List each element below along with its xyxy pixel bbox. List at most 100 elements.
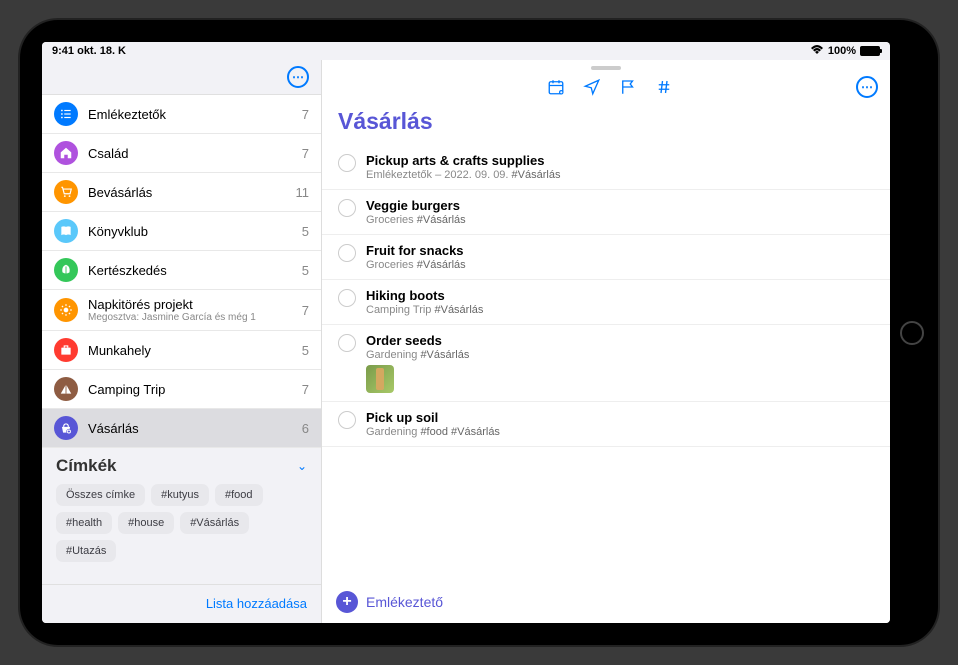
reminder-item[interactable]: Order seeds Gardening #Vásárlás <box>322 325 890 402</box>
status-date: okt. 18. K <box>77 45 126 57</box>
wifi-icon <box>810 45 824 58</box>
tag-chip[interactable]: #food <box>215 484 263 506</box>
list-count: 5 <box>302 224 309 239</box>
list-count: 7 <box>302 146 309 161</box>
more-options-button[interactable]: ⋯ <box>287 66 309 88</box>
reminder-item[interactable]: Hiking boots Camping Trip #Vásárlás <box>322 280 890 325</box>
add-list-button[interactable]: Lista hozzáadása <box>206 596 307 611</box>
tag-chip[interactable]: Összes címke <box>56 484 145 506</box>
sidebar-list-item[interactable]: Család 7 <box>42 134 321 173</box>
sidebar-list-item[interactable]: Camping Trip 7 <box>42 370 321 409</box>
list-text: Camping Trip <box>88 382 294 397</box>
panel-handle[interactable] <box>591 66 621 70</box>
battery-icon <box>860 46 880 56</box>
tags-grid: Összes címke #kutyus #food #health #house #Vá… <box>56 484 307 562</box>
cart-icon <box>54 180 78 204</box>
list-name: Kertészkedés <box>88 263 294 278</box>
ipad-device-frame: 9:41 okt. 18. K 100% ⋯ Emlékeztető <box>20 20 938 645</box>
list-count: 7 <box>302 382 309 397</box>
sidebar-list-item[interactable]: Vásárlás 6 <box>42 409 321 448</box>
list-text: Napkitörés projekt Megosztva: Jasmine Ga… <box>88 297 294 323</box>
list-name: Vásárlás <box>88 421 294 436</box>
status-time: 9:41 <box>52 45 74 57</box>
sidebar-footer: Lista hozzáadása <box>42 584 321 623</box>
tag-chip[interactable]: #kutyus <box>151 484 209 506</box>
status-time-date: 9:41 okt. 18. K <box>52 45 126 57</box>
tent-icon <box>54 377 78 401</box>
flag-icon[interactable] <box>619 78 637 96</box>
reminder-content: Pickup arts & crafts supplies Emlékeztet… <box>366 153 878 181</box>
list-text: Bevásárlás <box>88 185 288 200</box>
battery-percent: 100% <box>828 45 856 57</box>
location-icon[interactable] <box>583 78 601 96</box>
sidebar-list-item[interactable]: Kertészkedés 5 <box>42 251 321 290</box>
home-button[interactable] <box>900 321 924 345</box>
list-name: Bevásárlás <box>88 185 288 200</box>
list-count: 5 <box>302 343 309 358</box>
tag-chip[interactable]: #house <box>118 512 174 534</box>
list-name: Család <box>88 146 294 161</box>
reminder-meta: Camping Trip #Vásárlás <box>366 304 878 316</box>
reminders-list: Pickup arts & crafts supplies Emlékeztet… <box>322 145 890 581</box>
reminder-checkbox[interactable] <box>338 154 356 172</box>
book-icon <box>54 219 78 243</box>
sidebar-list-item[interactable]: Munkahely 5 <box>42 331 321 370</box>
reminder-checkbox[interactable] <box>338 334 356 352</box>
chevron-down-icon[interactable]: ⌄ <box>297 459 307 473</box>
sidebar-list-item[interactable]: Emlékeztetők 7 <box>42 95 321 134</box>
list-count: 11 <box>296 185 310 200</box>
reminder-checkbox[interactable] <box>338 411 356 429</box>
list-count: 6 <box>302 421 309 436</box>
basket-icon <box>54 416 78 440</box>
reminder-title: Pick up soil <box>366 410 878 425</box>
list-count: 7 <box>302 107 309 122</box>
status-right: 100% <box>810 45 880 58</box>
main-toolbar: ⋯ <box>322 76 890 104</box>
list-text: Vásárlás <box>88 421 294 436</box>
status-bar: 9:41 okt. 18. K 100% <box>42 42 890 60</box>
reminder-checkbox[interactable] <box>338 289 356 307</box>
plus-icon: + <box>336 591 358 613</box>
reminder-checkbox[interactable] <box>338 199 356 217</box>
reminder-content: Veggie burgers Groceries #Vásárlás <box>366 198 878 226</box>
main-header <box>322 60 890 76</box>
add-reminder-label: Emlékeztető <box>366 594 443 610</box>
list-name: Emlékeztetők <box>88 107 294 122</box>
reminder-content: Pick up soil Gardening #food #Vásárlás <box>366 410 878 438</box>
sidebar-list-item[interactable]: Napkitörés projekt Megosztva: Jasmine Ga… <box>42 290 321 331</box>
sidebar-list-item[interactable]: Bevásárlás 11 <box>42 173 321 212</box>
tag-chip[interactable]: #Utazás <box>56 540 116 562</box>
reminder-thumbnail <box>366 365 394 393</box>
main-panel: ⋯ Vásárlás Pickup arts & crafts supplies… <box>322 60 890 623</box>
panel-more-button[interactable]: ⋯ <box>856 76 878 98</box>
reminder-meta: Groceries #Vásárlás <box>366 214 878 226</box>
hashtag-icon[interactable] <box>655 78 673 96</box>
tags-header: Címkék ⌄ <box>56 456 307 476</box>
calendar-icon[interactable] <box>547 78 565 96</box>
reminder-content: Hiking boots Camping Trip #Vásárlás <box>366 288 878 316</box>
reminder-item[interactable]: Fruit for snacks Groceries #Vásárlás <box>322 235 890 280</box>
reminder-item[interactable]: Pickup arts & crafts supplies Emlékeztet… <box>322 145 890 190</box>
reminder-content: Order seeds Gardening #Vásárlás <box>366 333 878 393</box>
tag-chip[interactable]: #health <box>56 512 112 534</box>
lists-container: Emlékeztetők 7 Család 7 Bevásárlás 11 Kö… <box>42 94 321 448</box>
reminder-item[interactable]: Pick up soil Gardening #food #Vásárlás <box>322 402 890 447</box>
sun-icon <box>54 298 78 322</box>
reminder-checkbox[interactable] <box>338 244 356 262</box>
reminder-meta: Emlékeztetők – 2022. 09. 09. #Vásárlás <box>366 169 878 181</box>
tag-chip[interactable]: #Vásárlás <box>180 512 249 534</box>
reminder-title: Order seeds <box>366 333 878 348</box>
leaf-icon <box>54 258 78 282</box>
reminder-content: Fruit for snacks Groceries #Vásárlás <box>366 243 878 271</box>
add-reminder-button[interactable]: + Emlékeztető <box>336 591 443 613</box>
toolbar-icons <box>547 78 673 96</box>
sidebar-list-item[interactable]: Könyvklub 5 <box>42 212 321 251</box>
reminder-item[interactable]: Veggie burgers Groceries #Vásárlás <box>322 190 890 235</box>
tags-title: Címkék <box>56 456 116 476</box>
reminder-title: Fruit for snacks <box>366 243 878 258</box>
reminder-title: Hiking boots <box>366 288 878 303</box>
reminder-meta: Groceries #Vásárlás <box>366 259 878 271</box>
screen: 9:41 okt. 18. K 100% ⋯ Emlékeztető <box>42 42 890 623</box>
list-subtitle: Megosztva: Jasmine García és még 1 <box>88 312 294 323</box>
list-text: Kertészkedés <box>88 263 294 278</box>
